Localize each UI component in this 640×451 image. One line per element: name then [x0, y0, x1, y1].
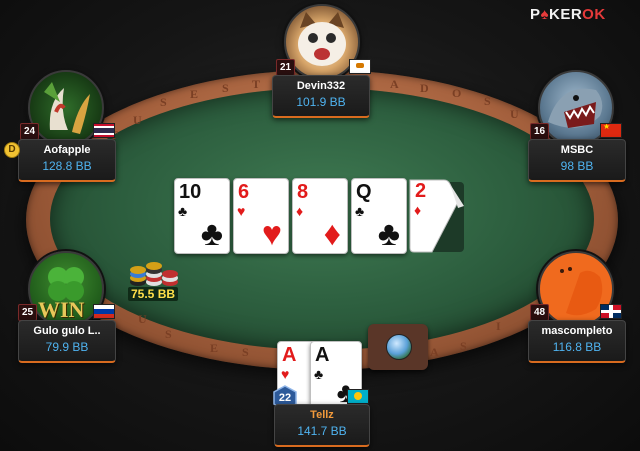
card-rank: A	[282, 344, 297, 366]
player-stack: 128.8 BB	[42, 159, 92, 173]
china-flag-icon: ★	[600, 123, 622, 138]
player-name: Tellz	[310, 409, 334, 421]
card-rank: 10	[179, 181, 202, 203]
card-suit-small: ♣	[178, 203, 188, 219]
pot-amount: 75.5 BB	[128, 287, 179, 301]
player-level: 22	[278, 392, 292, 404]
player-stack: 116.8 BB	[552, 340, 602, 354]
player-nameplate: MSBC 98 BB	[528, 139, 626, 182]
player-stack: 101.9 BB	[296, 95, 346, 109]
player-name: mascompleto	[541, 325, 613, 337]
globe-icon	[386, 334, 412, 360]
player-name: Devin332	[296, 80, 346, 92]
dealer-button-icon: D	[4, 142, 20, 158]
heart-icon: ♥	[281, 366, 290, 382]
cyprus-flag-icon	[349, 59, 371, 74]
card-suit-small: ♣	[355, 203, 365, 219]
club-icon: ♣	[200, 215, 223, 253]
card-rank: 2	[415, 180, 427, 202]
dominican-republic-flag-icon	[600, 304, 622, 319]
player-nameplate: Aofapple 128.8 BB	[18, 139, 116, 182]
player-nameplate: Devin332 101.9 BB	[272, 75, 370, 118]
board-card-2: 6 ♥ ♥	[233, 178, 289, 254]
koi-fish-avatar-icon	[44, 82, 90, 134]
heart-icon: ♥	[261, 215, 282, 253]
club-icon: ♣	[377, 215, 400, 253]
board-card-3: 8 ♦ ♦	[292, 178, 348, 254]
pot-chips-icon	[130, 262, 178, 286]
table-theme-button[interactable]	[368, 324, 428, 370]
player-stack: 141.7 BB	[297, 424, 347, 438]
player-name: MSBC	[560, 144, 594, 156]
card-suit-small: ♦	[296, 203, 304, 219]
card-rank: Q	[356, 181, 372, 203]
player-level: 25	[18, 304, 37, 321]
player-stack: 79.9 BB	[45, 340, 89, 354]
board-card-1: 10 ♣ ♣	[174, 178, 230, 254]
card-rank: A	[315, 344, 330, 366]
player-name: Aofapple	[43, 144, 91, 156]
player-stack: 98 BB	[560, 159, 594, 173]
kazakhstan-flag-icon	[347, 389, 369, 404]
board-card-4: Q ♣ ♣	[351, 178, 407, 254]
diamond-icon: ♦	[323, 215, 341, 253]
diamond-icon: ♦	[414, 202, 422, 218]
russia-flag-icon	[93, 304, 115, 319]
player-nameplate: Tellz 141.7 BB	[274, 404, 370, 447]
player-level: 16	[530, 123, 549, 140]
cat-avatar-icon	[298, 12, 346, 66]
thailand-flag-icon	[93, 123, 115, 138]
card-suit-small: ♣	[314, 366, 324, 382]
player-name: Gulo gulo L..	[33, 325, 101, 337]
pokerok-logo: P♠KEROK	[530, 6, 606, 23]
card-rank: 8	[297, 181, 309, 203]
player-nameplate: Gulo gulo L.. 79.9 BB	[18, 320, 116, 363]
player-level: 24	[20, 123, 39, 140]
card-rank: 6	[238, 181, 250, 203]
player-level: 21	[276, 59, 295, 76]
player-nameplate: mascompleto 116.8 BB	[528, 320, 626, 363]
board-card-5-flipping: 2 ♦	[408, 178, 464, 254]
card-suit-small: ♥	[237, 203, 246, 219]
player-level: 48	[530, 304, 549, 321]
